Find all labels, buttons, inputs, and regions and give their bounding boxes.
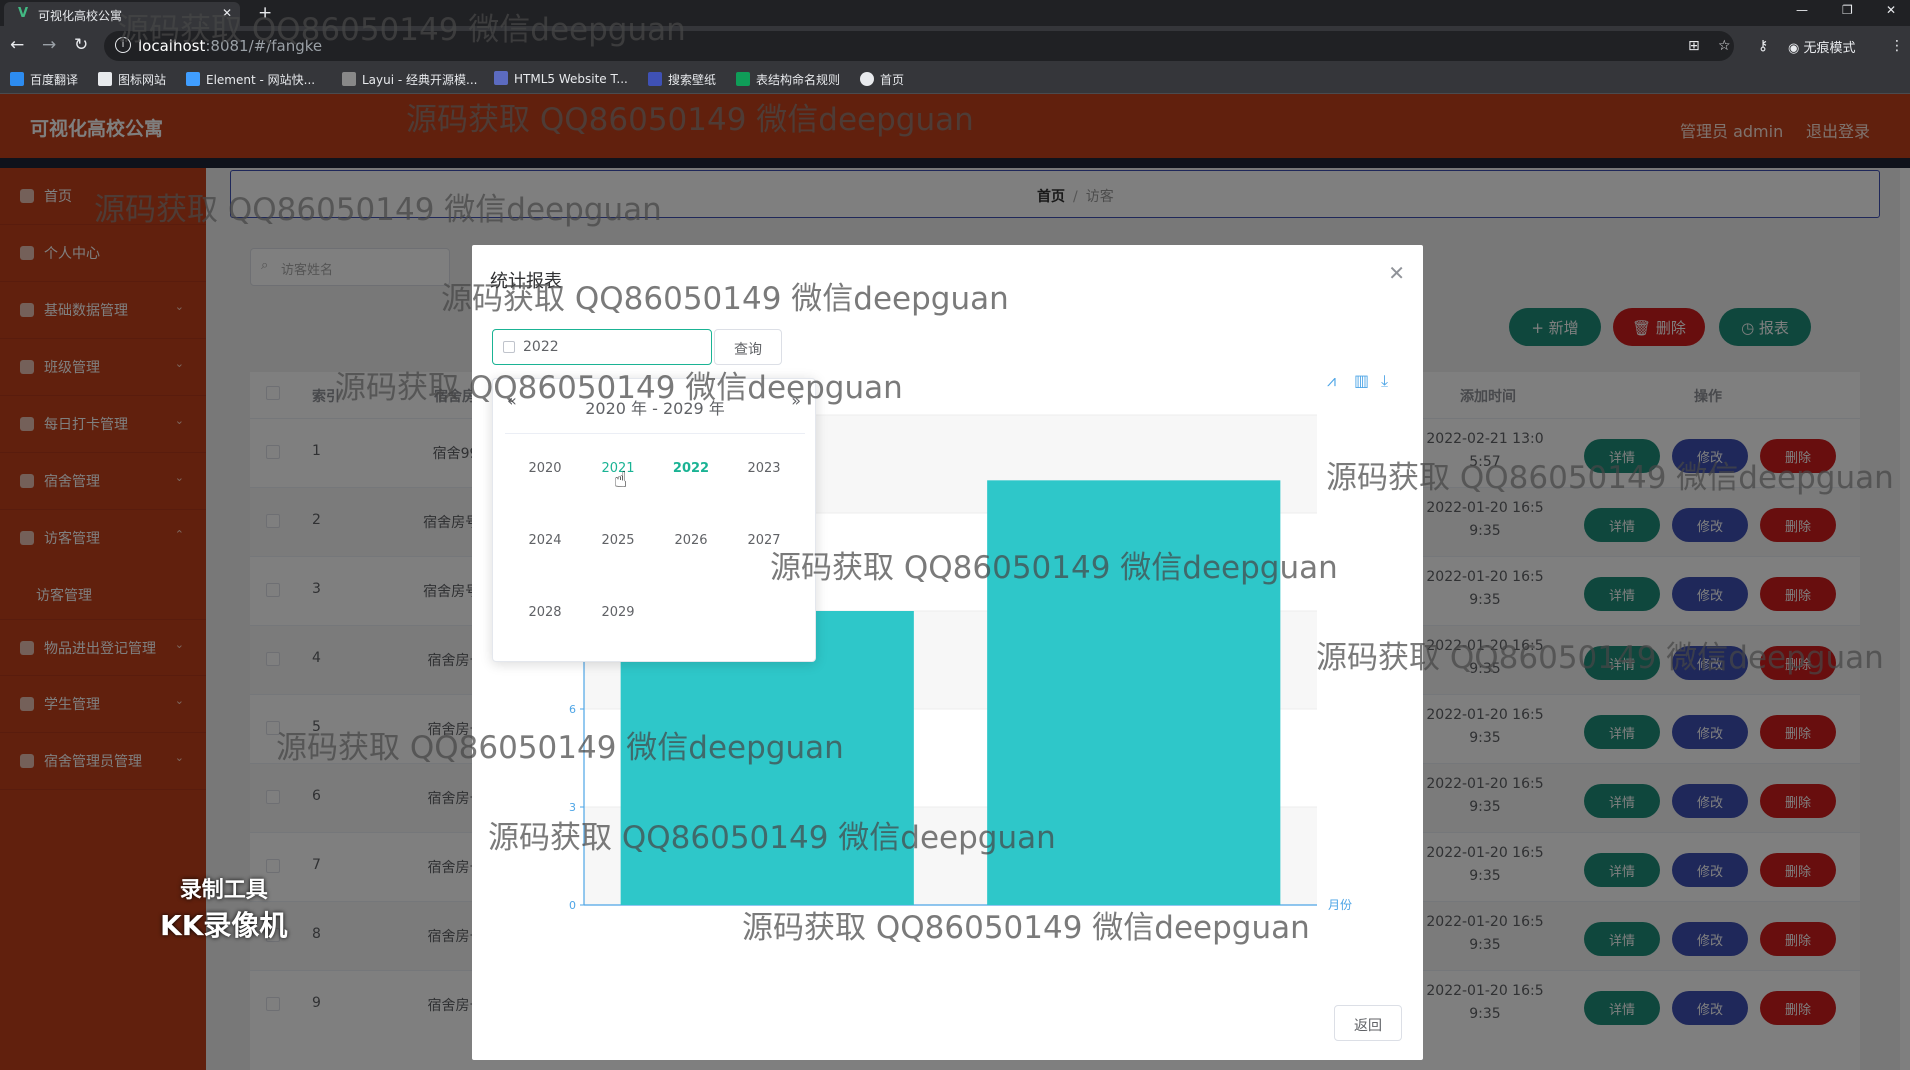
watermark-text: 源码获取 QQ86050149 微信deepguan [335,370,903,406]
y-tick-label: 6 [569,703,576,716]
bookmarks-bar: 百度翻译 图标网站 Element - 网站快... Layui - 经典开源模… [0,66,1910,94]
year-cell[interactable]: 2023 [734,461,794,476]
watermark-text: 源码获取 QQ86050149 微信deepguan [1326,460,1894,496]
restore-icon[interactable]: ❐ [1842,3,1853,17]
bookmark-item[interactable]: 图标网站 [98,71,166,88]
translate-icon[interactable]: ⊞ [1688,38,1700,54]
watermark-text: 源码获取 QQ86050149 微信deepguan [94,192,662,228]
year-cell[interactable]: 2029 [588,605,648,620]
watermark-text: 源码获取 QQ86050149 微信deepguan [1316,640,1884,676]
tab-title: 可视化高校公寓 [38,9,123,23]
minimize-icon[interactable]: — [1796,3,1808,17]
year-cell[interactable]: 2026 [661,533,721,548]
bookmark-item[interactable]: Element - 网站快... [186,71,315,88]
picker-divider [505,433,805,434]
year-cell[interactable]: 2025 [588,533,648,548]
year-cell[interactable]: 2020 [515,461,575,476]
bookmark-item[interactable]: 百度翻译 [10,71,78,88]
recorder-line1: 录制工具 [179,878,268,903]
recorder-line2: KK录像机 [160,909,288,942]
year-cell[interactable]: 2024 [515,533,575,548]
incognito-icon: ◉ [1788,41,1804,56]
watermark-text: 源码获取 QQ86050149 微信deepguan [441,281,1009,317]
back-button[interactable]: 返回 [1334,1005,1402,1041]
back-icon[interactable]: ← [10,35,24,55]
watermark-text: 源码获取 QQ86050149 微信deepguan [770,550,1338,586]
vue-favicon-icon: V [18,6,29,21]
bookmark-item[interactable]: 首页 [860,71,904,88]
bookmark-star-icon[interactable]: ☆ [1718,38,1731,54]
menu-icon[interactable]: ⋮ [1890,38,1904,54]
close-window-icon[interactable]: ✕ [1886,3,1896,17]
incognito-badge[interactable]: ◉ 无痕模式 [1788,31,1856,61]
bookmark-item[interactable]: 搜索壁纸 [648,71,716,88]
watermark-text: 源码获取 QQ86050149 微信deepguan [742,910,1310,946]
y-tick-label: 0 [569,899,576,912]
bookmark-item[interactable]: HTML5 Website T... [494,71,628,86]
watermark-text: 源码获取 QQ86050149 微信deepguan [406,102,974,138]
watermark-text: 源码获取 QQ86050149 微信deepguan [276,730,844,766]
mouse-pointer-icon: ☝ [614,468,628,493]
watermark-text: 源码获取 QQ86050149 微信deepguan [118,12,686,48]
watermark-text: 源码获取 QQ86050149 微信deepguan [488,820,1056,856]
year-cell-selected[interactable]: 2022 [661,461,721,476]
bookmark-item[interactable]: 表结构命名规则 [736,71,840,88]
forward-icon[interactable]: → [42,35,56,55]
x-axis-label: 月份 [1328,898,1352,912]
reload-icon[interactable]: ↻ [74,35,88,55]
incognito-label: 无痕模式 [1803,41,1856,56]
recorder-watermark: 录制工具 KK录像机 [160,872,287,944]
bookmark-item[interactable]: Layui - 经典开源模... [342,71,477,88]
year-cell[interactable]: 2028 [515,605,575,620]
key-icon[interactable]: ⚷ [1758,38,1768,54]
year-picker-panel: « » 2020 年 - 2029 年 2020 2021 2022 2023 … [492,378,816,662]
